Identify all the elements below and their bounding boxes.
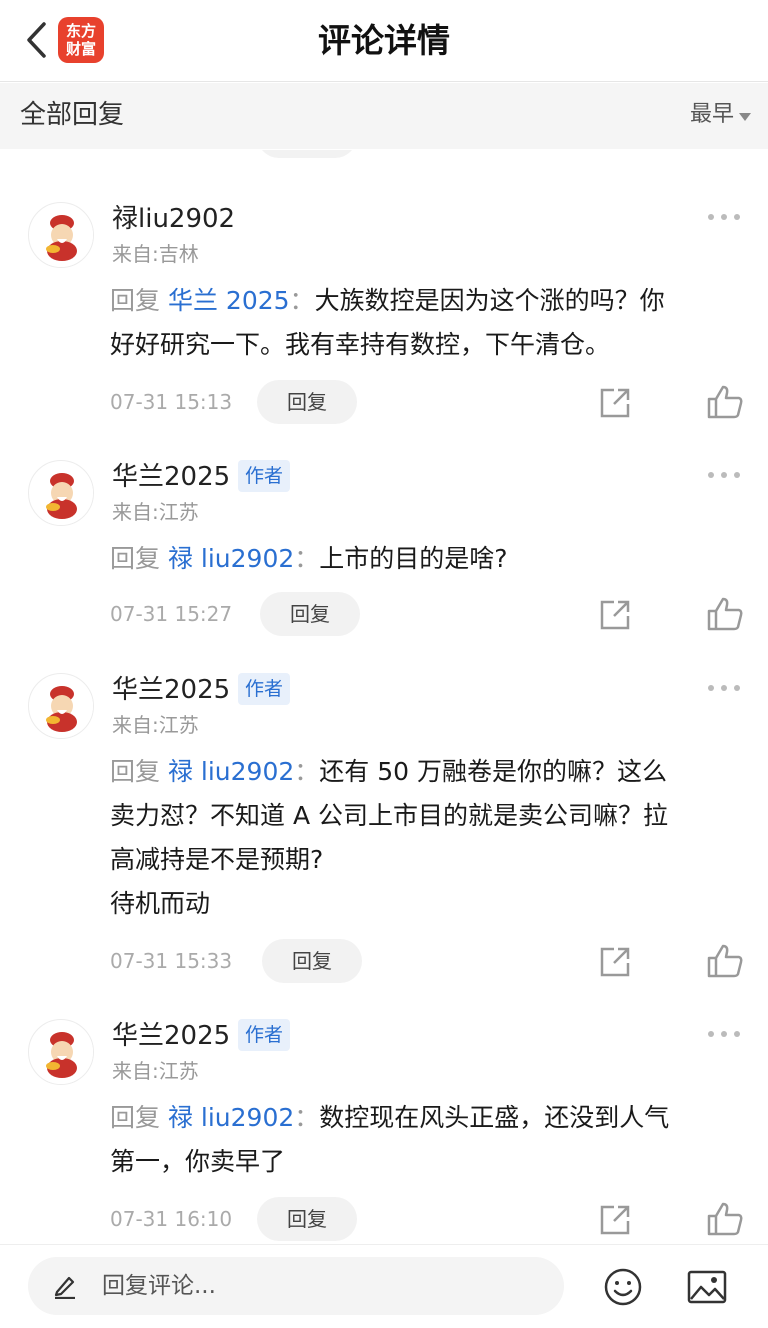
reply-to-user[interactable]: 禄 liu2902 <box>168 757 294 786</box>
username[interactable]: 禄liu2902 <box>112 202 235 236</box>
comment-footer: 07-31 16:10 回复 <box>0 1197 768 1241</box>
comment-text: 回复 禄 liu2902：还有 50 万融卷是你的嘛？这么 卖力怼？不知道 A … <box>110 750 740 926</box>
comment-text: 回复 禄 liu2902：数控现在风头正盛，还没到人气 第一，你卖早了 <box>110 1096 740 1184</box>
image-icon[interactable] <box>687 1269 727 1305</box>
separator: ： <box>294 544 320 573</box>
avatar[interactable] <box>28 202 94 268</box>
reply-prefix: 回复 <box>110 544 161 573</box>
thumbs-up-icon[interactable] <box>706 943 744 979</box>
avatar[interactable] <box>28 673 94 739</box>
reply-input-placeholder: 回复评论... <box>102 1273 216 1299</box>
timestamp: 07-31 15:13 <box>110 390 233 414</box>
separator: ： <box>289 286 315 315</box>
comment-line: 上市的目的是啥? <box>319 544 508 573</box>
timestamp: 07-31 16:10 <box>110 1207 233 1231</box>
reply-button[interactable] <box>257 150 357 158</box>
location: 来自:吉林 <box>112 242 199 266</box>
reply-to-user[interactable]: 禄 liu2902 <box>168 544 294 573</box>
comment-line: 数控现在风头正盛，还没到人气 <box>319 1103 670 1132</box>
top-bar: 东方 财富 评论详情 <box>0 0 768 82</box>
timestamp: 07-31 15:27 <box>110 602 233 626</box>
thumbs-up-icon[interactable] <box>706 596 744 632</box>
comment-item: 华兰2025 作者 来自:江苏 回复 禄 liu2902：还有 50 万融卷是你… <box>0 673 768 993</box>
comment-footer: 07-31 15:33 回复 <box>0 939 768 983</box>
previous-comment-footer <box>0 150 768 162</box>
avatar-image <box>30 1021 93 1084</box>
reply-button[interactable]: 回复 <box>262 939 362 983</box>
location: 来自:江苏 <box>112 500 199 524</box>
page-title: 评论详情 <box>318 21 450 60</box>
author-badge: 作者 <box>238 460 291 492</box>
comment-line: 大族数控是因为这个涨的吗？你 <box>314 286 665 315</box>
thumbs-up-icon[interactable] <box>706 1201 744 1237</box>
comment-line: 好好研究一下。我有幸持有数控，下午清仓。 <box>110 330 611 359</box>
avatar-image <box>30 462 93 525</box>
reply-button[interactable]: 回复 <box>260 592 360 636</box>
author-badge: 作者 <box>238 1019 291 1051</box>
avatar[interactable] <box>28 1019 94 1085</box>
location: 来自:江苏 <box>112 1059 199 1083</box>
comment-item: 华兰2025 作者 来自:江苏 回复 禄 liu2902：上市的目的是啥? 07… <box>0 460 768 640</box>
more-dots-icon[interactable] <box>708 1031 740 1039</box>
share-icon[interactable] <box>598 1203 632 1237</box>
author-badge: 作者 <box>238 673 291 705</box>
avatar[interactable] <box>28 460 94 526</box>
more-dots-icon[interactable] <box>708 214 740 222</box>
comment-text: 回复 禄 liu2902：上市的目的是啥? <box>110 537 740 581</box>
reply-to-user[interactable]: 华兰 2025 <box>168 286 290 315</box>
location: 来自:江苏 <box>112 713 199 737</box>
reply-to-user[interactable]: 禄 liu2902 <box>168 1103 294 1132</box>
username[interactable]: 华兰2025 <box>112 460 230 494</box>
caret-down-icon[interactable] <box>739 113 751 121</box>
comment-list[interactable]: 禄liu2902 来自:吉林 回复 华兰 2025：大族数控是因为这个涨的吗？你… <box>0 150 768 1244</box>
comment-line: 第一，你卖早了 <box>110 1147 286 1176</box>
reply-button[interactable]: 回复 <box>257 380 357 424</box>
avatar-image <box>30 204 93 267</box>
username[interactable]: 华兰2025 <box>112 1019 230 1053</box>
comment-line: 还有 50 万融卷是你的嘛？这么 <box>319 757 668 786</box>
share-icon[interactable] <box>598 598 632 632</box>
sort-dropdown[interactable]: 最早 <box>690 99 734 131</box>
comment-line: 高减持是不是预期? <box>110 845 324 874</box>
comment-line: 卖力怼？不知道 A 公司上市目的就是卖公司嘛？拉 <box>110 801 668 830</box>
reply-input[interactable]: 回复评论... <box>28 1257 564 1315</box>
comment-footer: 07-31 15:13 回复 <box>0 380 768 424</box>
comment-footer: 07-31 15:27 回复 <box>0 592 768 636</box>
reply-prefix: 回复 <box>110 286 161 315</box>
reply-button[interactable]: 回复 <box>257 1197 357 1241</box>
comment-item: 华兰2025 作者 来自:江苏 回复 禄 liu2902：数控现在风头正盛，还没… <box>0 1019 768 1244</box>
separator: ： <box>294 1103 320 1132</box>
separator: ： <box>294 757 320 786</box>
avatar-image <box>30 675 93 738</box>
timestamp: 07-31 15:33 <box>110 949 233 973</box>
reply-prefix: 回复 <box>110 757 161 786</box>
username[interactable]: 华兰2025 <box>112 673 230 707</box>
more-dots-icon[interactable] <box>708 685 740 693</box>
share-icon[interactable] <box>598 945 632 979</box>
pen-icon <box>54 1276 75 1299</box>
comment-text: 回复 华兰 2025：大族数控是因为这个涨的吗？你 好好研究一下。我有幸持有数控… <box>110 279 740 367</box>
comment-item: 禄liu2902 来自:吉林 回复 华兰 2025：大族数控是因为这个涨的吗？你… <box>0 202 768 432</box>
replies-header: 全部回复 最早 <box>0 83 768 149</box>
reply-prefix: 回复 <box>110 1103 161 1132</box>
emoji-icon[interactable] <box>603 1267 643 1307</box>
comment-line: 待机而动 <box>110 889 211 918</box>
thumbs-up-icon[interactable] <box>706 384 744 420</box>
share-icon[interactable] <box>598 386 632 420</box>
more-dots-icon[interactable] <box>708 472 740 480</box>
all-replies-label: 全部回复 <box>20 100 125 130</box>
bottom-bar: 回复评论... <box>0 1244 768 1328</box>
